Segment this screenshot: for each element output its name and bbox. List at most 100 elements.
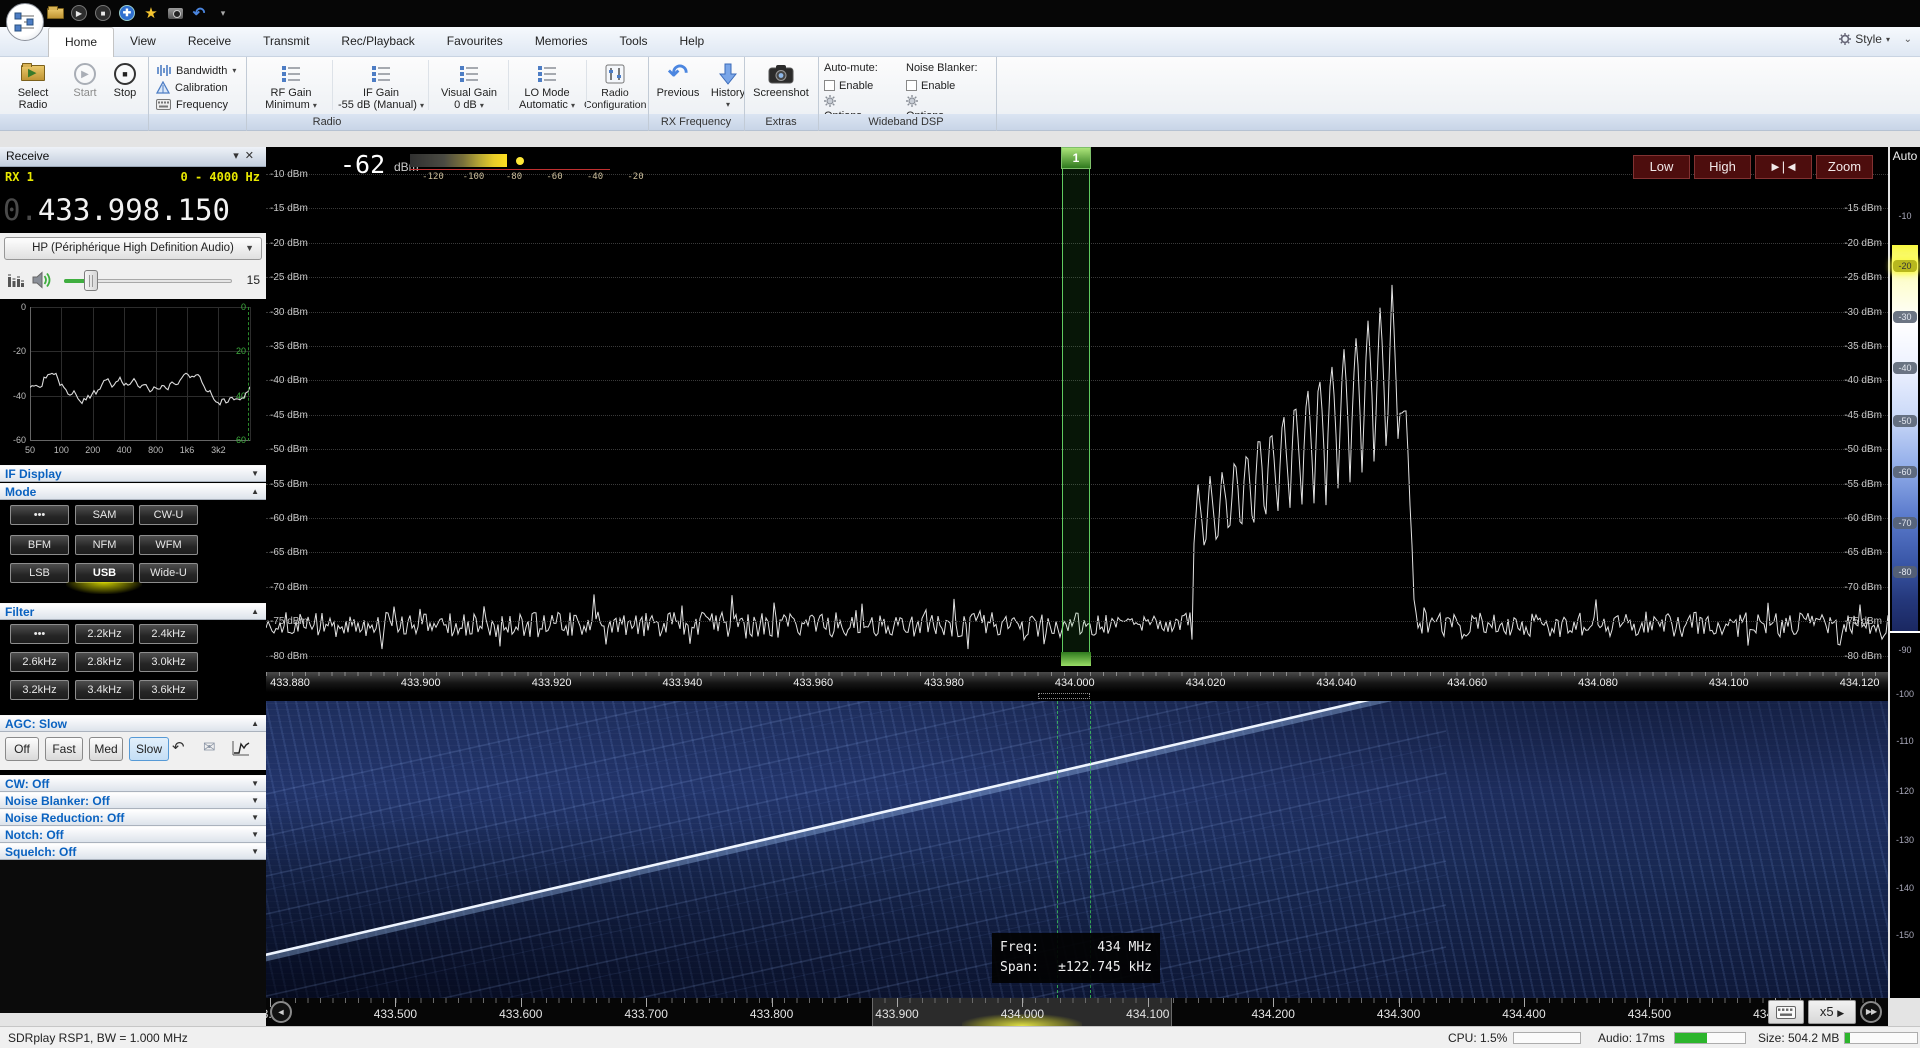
noise-blanker-enable-checkbox[interactable]: Enable [906, 77, 992, 95]
filter-button-22khz[interactable]: 2.2kHz [75, 624, 134, 644]
receive-panel-header[interactable]: Receive ▾✕ [0, 147, 266, 167]
filter-button-36khz[interactable]: 3.6kHz [139, 680, 198, 700]
bandwidth-button[interactable]: Bandwidth▾ [156, 62, 248, 79]
play-icon[interactable]: ▶ [68, 3, 90, 23]
envelope-icon[interactable]: ✉ [203, 738, 216, 756]
volume-slider-thumb[interactable] [84, 270, 98, 291]
tab-rec-playback[interactable]: Rec/Playback [325, 27, 430, 57]
agc-button-med[interactable]: Med [89, 737, 123, 761]
section-squelch[interactable]: Squelch: Off▼ [0, 843, 266, 860]
ribbon-collapse-icon[interactable]: ⌄ [1904, 34, 1912, 45]
spectrum-y-label-right: -45 dBm [1822, 410, 1882, 421]
section-noise-reduction[interactable]: Noise Reduction: Off▼ [0, 809, 266, 826]
calibration-button[interactable]: Calibration [156, 79, 248, 96]
main-spectrum[interactable]: -10 dBm-15 dBm-20 dBm-25 dBm-30 dBm-35 d… [266, 147, 1888, 672]
section-filter[interactable]: Filter▲ [0, 603, 266, 620]
center-button[interactable]: ►|◄ [1755, 155, 1812, 179]
previous-button[interactable]: ↶ Previous [652, 57, 704, 114]
tab-view[interactable]: View [114, 27, 172, 57]
palette-slider-handle[interactable] [1890, 631, 1920, 633]
filter-button-28khz[interactable]: 2.8kHz [75, 652, 134, 672]
panel-menu-icon[interactable]: ▾ [233, 150, 245, 162]
list-icon [250, 57, 332, 87]
rx-marker-tab[interactable]: 1 [1061, 147, 1091, 169]
lo-mode-button[interactable]: LO Mode Automatic ▾ [510, 57, 584, 114]
scroll-left-button[interactable]: ◄ [270, 1001, 292, 1023]
panel-close-icon[interactable]: ✕ [245, 150, 260, 162]
section-noise-blanker[interactable]: Noise Blanker: Off▼ [0, 792, 266, 809]
zoom-button[interactable]: Zoom [1816, 155, 1873, 179]
auto-mute-options-button[interactable]: Options [824, 95, 898, 113]
application-menu-button[interactable] [6, 3, 44, 41]
mode-button-nfm[interactable]: NFM [75, 535, 134, 555]
radio-configuration-button[interactable]: Radio Configuration [584, 57, 646, 114]
equalizer-icon[interactable] [8, 273, 24, 288]
tab-help[interactable]: Help [664, 27, 721, 57]
frequency-display[interactable]: 0.433.998.150 [0, 187, 266, 233]
tab-memories[interactable]: Memories [519, 27, 604, 57]
keyboard-entry-button[interactable] [1768, 1000, 1804, 1024]
mode-button-[interactable]: ••• [10, 505, 69, 525]
section-if-display[interactable]: IF Display▼ [0, 465, 266, 482]
favourites-star-icon[interactable]: ★ [140, 3, 162, 23]
select-radio-button[interactable]: ▶ Select Radio [4, 57, 62, 114]
palette-scale-strip[interactable]: Auto -10-20-30-40-50-60-70-80-90-100-110… [1890, 147, 1920, 998]
screenshot-button[interactable]: Screenshot [748, 57, 814, 114]
add-icon[interactable]: ✚ [116, 3, 138, 23]
mode-button-wideu[interactable]: Wide-U [139, 563, 198, 583]
section-cw[interactable]: CW: Off▼ [0, 775, 266, 792]
visual-gain-button[interactable]: Visual Gain 0 dB ▾ [430, 57, 508, 114]
speaker-icon[interactable] [32, 271, 52, 289]
rx-channel-marker[interactable] [1062, 169, 1090, 652]
tab-home[interactable]: Home [48, 27, 114, 57]
qat-customize-icon[interactable]: ▾ [212, 3, 234, 23]
agc-button-slow[interactable]: Slow [129, 737, 169, 761]
style-menu[interactable]: Style ▾ [1839, 32, 1890, 46]
noise-blanker-options-button[interactable]: Options [906, 95, 992, 113]
mode-button-cwu[interactable]: CW-U [139, 505, 198, 525]
screenshot-camera-icon[interactable] [164, 3, 186, 23]
filter-button-[interactable]: ••• [10, 624, 69, 644]
spectrum-frequency-axis[interactable]: 433.880433.900433.920433.940433.960433.9… [266, 672, 1888, 692]
audio-device-select[interactable]: HP (Périphérique High Definition Audio)▼ [4, 237, 262, 260]
frequency-scrollbar[interactable]: 433.400433.500433.600433.700433.800433.9… [266, 998, 1888, 1026]
mode-button-usb[interactable]: USB [75, 563, 134, 583]
agc-graph-icon[interactable] [232, 740, 250, 756]
zoom-x5-button[interactable]: x5 ▶ [1808, 1000, 1856, 1024]
agc-button-off[interactable]: Off [5, 737, 39, 761]
filter-button-34khz[interactable]: 3.4kHz [75, 680, 134, 700]
stop-button[interactable]: ■ Stop [106, 57, 144, 114]
mode-button-wfm[interactable]: WFM [139, 535, 198, 555]
section-notch[interactable]: Notch: Off▼ [0, 826, 266, 843]
agc-button-fast[interactable]: Fast [45, 737, 83, 761]
stop-icon[interactable]: ■ [92, 3, 114, 23]
filter-button-24khz[interactable]: 2.4kHz [139, 624, 198, 644]
tab-tools[interactable]: Tools [604, 27, 664, 57]
filter-button-26khz[interactable]: 2.6kHz [10, 652, 69, 672]
filter-button-32khz[interactable]: 3.2kHz [10, 680, 69, 700]
frequency-button[interactable]: Frequency [156, 96, 248, 113]
waterfall-display[interactable]: Freq:434 MHz Span:±122.745 kHz [266, 701, 1888, 998]
mode-button-bfm[interactable]: BFM [10, 535, 69, 555]
start-button[interactable]: ▶ Start [66, 57, 104, 114]
mode-button-lsb[interactable]: LSB [10, 563, 69, 583]
if-gain-button[interactable]: IF Gain -55 dB (Manual) ▾ [334, 57, 428, 114]
undo-icon[interactable]: ↶ [172, 738, 185, 756]
open-folder-icon[interactable] [44, 3, 66, 23]
high-button[interactable]: High [1694, 155, 1751, 179]
ruler-frequency-label: 434.500 [1617, 1007, 1681, 1021]
mode-button-sam[interactable]: SAM [75, 505, 134, 525]
section-mode[interactable]: Mode▲ [0, 483, 266, 500]
scroll-right-button[interactable]: ▶▶ [1860, 1001, 1882, 1023]
auto-mute-enable-checkbox[interactable]: Enable [824, 77, 898, 95]
tab-favourites[interactable]: Favourites [431, 27, 519, 57]
section-agc[interactable]: AGC: Slow▲ [0, 715, 266, 732]
low-button[interactable]: Low [1633, 155, 1690, 179]
tab-transmit[interactable]: Transmit [247, 27, 325, 57]
waterfall-palette-bar[interactable] [410, 154, 507, 167]
undo-icon[interactable]: ↶ [188, 3, 210, 23]
palette-auto-label[interactable]: Auto [1890, 149, 1920, 167]
rf-gain-button[interactable]: RF Gain Minimum ▾ [250, 57, 332, 114]
filter-button-30khz[interactable]: 3.0kHz [139, 652, 198, 672]
tab-receive[interactable]: Receive [172, 27, 247, 57]
